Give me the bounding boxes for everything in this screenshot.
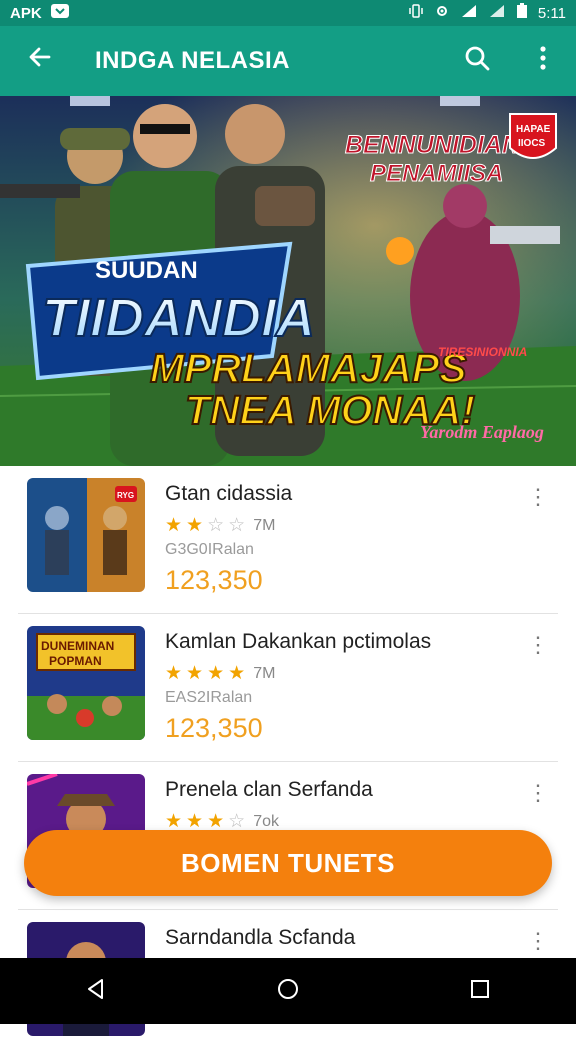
triangle-back-icon (84, 977, 108, 1006)
app-thumbnail: DUNEMINAN POPMAN (27, 626, 145, 740)
tagline-line-1: MPRLAMAJAPS (150, 345, 467, 391)
svg-text:IIOCS: IIOCS (518, 138, 546, 149)
list-item[interactable]: RYG Gtan cidassia ★ ★ ☆ ☆ 7M G3G0IRalan … (18, 466, 558, 614)
back-button[interactable] (0, 26, 80, 96)
star-outline-icon: ☆ (207, 515, 225, 536)
developer-label: G3G0IRalan (165, 541, 254, 558)
star-outline-icon: ☆ (228, 515, 246, 536)
star-icon: ★ (228, 663, 246, 684)
star-icon: ★ (186, 515, 204, 536)
shield-badge: HAPAE IIOCS (509, 113, 557, 159)
headline-right-2: PENAMIISA (370, 160, 503, 187)
list-item[interactable]: DUNEMINAN POPMAN Kamlan Dakankan pctimol… (18, 614, 558, 762)
circle-home-icon (276, 977, 300, 1006)
rating-count: 7M (253, 516, 276, 534)
primary-cta-button[interactable]: BOMEN TUNETS (24, 830, 552, 896)
status-time: 5:11 (537, 4, 566, 22)
notification-icon (50, 3, 70, 23)
app-name: Prenela clan Serfanda (165, 778, 373, 801)
signal-icon (460, 3, 478, 23)
rating-count: 7M (253, 664, 276, 682)
more-vert-icon: ⋮ (527, 928, 549, 953)
price: 123,350 (165, 713, 263, 743)
nav-recents-button[interactable] (440, 958, 520, 1024)
nav-home-button[interactable] (248, 958, 328, 1024)
battery-icon (516, 3, 528, 23)
app-bar: INDGA NELASIA (0, 26, 576, 96)
logo-title: TIIDANDIA (42, 288, 315, 348)
vibrate-icon (408, 3, 424, 23)
app-thumbnail: RYG (27, 478, 145, 592)
item-more-button[interactable]: ⋮ (518, 928, 558, 958)
app-name: Sarndandla Scfanda (165, 926, 356, 949)
nav-back-button[interactable] (56, 958, 136, 1024)
more-vert-icon (539, 45, 547, 78)
svg-text:HAPAE: HAPAE (516, 124, 551, 135)
svg-text:DUNEMINAN: DUNEMINAN (41, 639, 114, 653)
logo-subtitle: SUUDAN (95, 257, 198, 284)
price: 123,350 (165, 565, 263, 595)
status-apk-label: APK (10, 4, 42, 22)
item-more-button[interactable]: ⋮ (518, 632, 558, 662)
featured-banner[interactable]: SUUDAN TIIDANDIA BENNUNIDIAN PENAMIISA H… (0, 96, 576, 466)
item-more-button[interactable]: ⋮ (518, 484, 558, 514)
more-vert-icon: ⋮ (527, 780, 549, 805)
app-name: Gtan cidassia (165, 482, 293, 505)
square-recents-icon (468, 977, 492, 1006)
arrow-back-icon (27, 44, 53, 78)
rating-count: 7ok (253, 812, 279, 830)
settings-icon (434, 3, 450, 23)
star-icon: ★ (207, 663, 225, 684)
search-icon (463, 44, 491, 79)
more-vert-icon: ⋮ (527, 632, 549, 657)
headline-right-1: BENNUNIDIAN (345, 131, 521, 159)
page-title: INDGA NELASIA (95, 47, 290, 74)
star-rating: ★ ★ ★ ★ 7M (165, 662, 518, 685)
overflow-menu-button[interactable] (510, 26, 576, 96)
status-bar: APK 5:11 (0, 0, 576, 26)
small-tag: TIRESINIONNIA (438, 345, 527, 359)
star-icon: ★ (165, 663, 183, 684)
svg-text:RYG: RYG (117, 491, 134, 500)
star-icon: ★ (165, 515, 183, 536)
svg-text:POPMAN: POPMAN (49, 654, 102, 668)
star-icon: ★ (186, 663, 204, 684)
star-rating: ★ ★ ☆ ☆ 7M (165, 514, 518, 537)
developer-label: EAS2IRalan (165, 689, 253, 706)
item-more-button[interactable]: ⋮ (518, 780, 558, 810)
more-vert-icon: ⋮ (527, 484, 549, 509)
search-button[interactable] (444, 26, 510, 96)
signal-icon-2 (488, 3, 506, 23)
signature: Yarodm Eaplaog (420, 422, 544, 442)
banner-artwork: SUUDAN TIIDANDIA BENNUNIDIAN PENAMIISA H… (0, 96, 576, 466)
system-nav-bar (0, 958, 576, 1024)
app-name: Kamlan Dakankan pctimolas (165, 630, 432, 653)
